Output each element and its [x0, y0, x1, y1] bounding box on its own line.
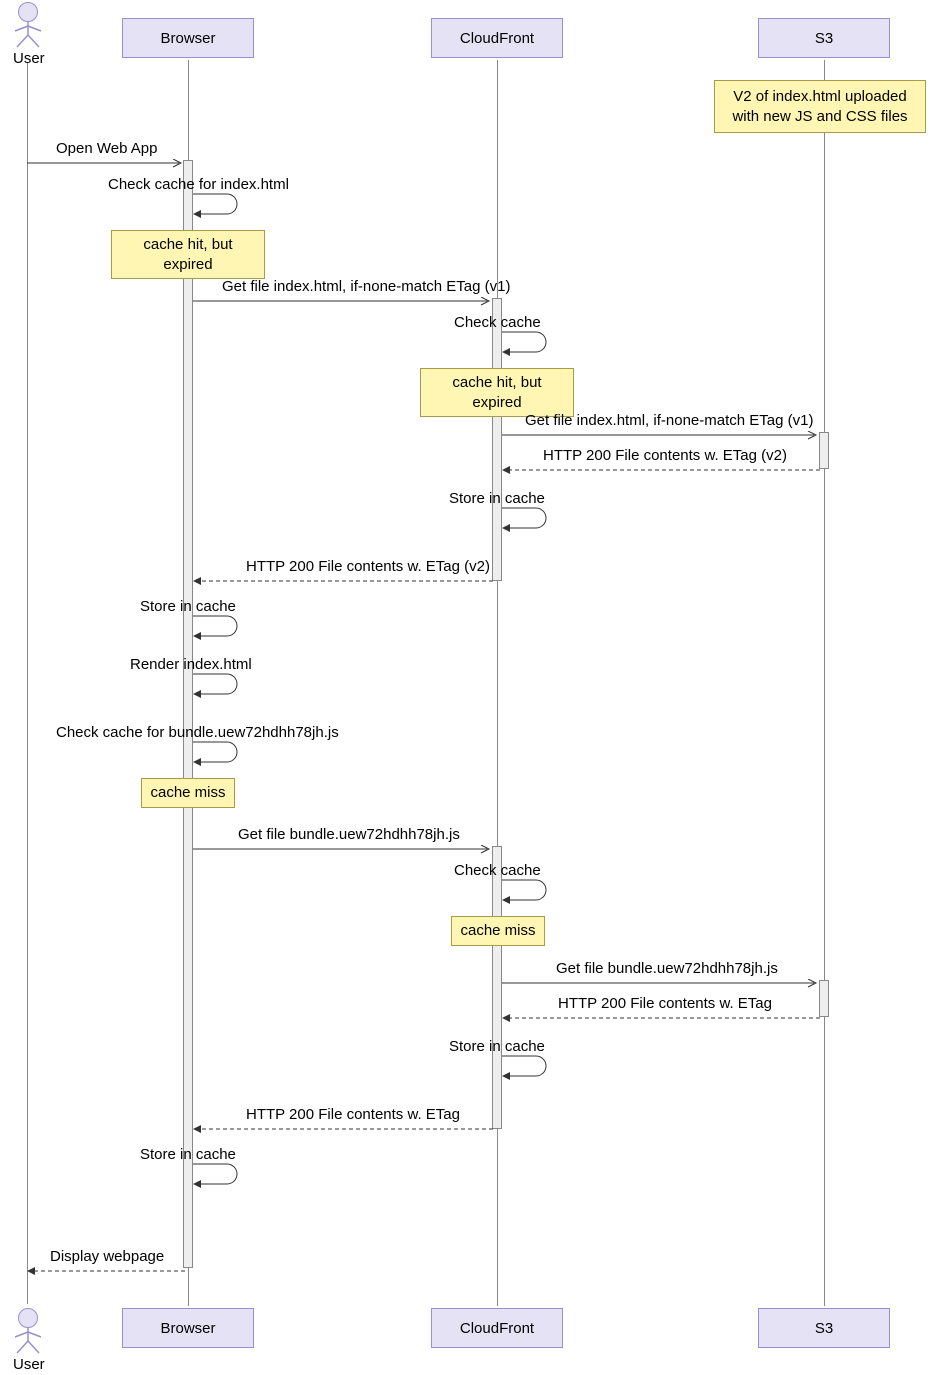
actor-user-label-bottom: User	[13, 1356, 45, 1373]
arrow-m19	[25, 1266, 187, 1283]
msg-200-s3-cf-2: HTTP 200 File contents w. ETag	[558, 995, 772, 1012]
participant-s3-bottom: S3	[758, 1308, 890, 1348]
msg-store-cache-browser-2: Store in cache	[140, 1146, 236, 1163]
msg-get-bundle-s3: Get file bundle.uew72hdhh78jh.js	[556, 960, 778, 977]
arrow-m12	[193, 844, 495, 861]
msg-check-cache-cf: Check cache	[454, 314, 541, 331]
arrow-m5	[502, 430, 822, 447]
selfloop-m4	[502, 330, 550, 360]
actor-user-head-icon	[18, 2, 38, 22]
participant-browser-label: Browser	[160, 30, 215, 47]
participant-browser-label-b: Browser	[160, 1320, 215, 1337]
msg-200-cf-browser: HTTP 200 File contents w. ETag (v2)	[246, 558, 490, 575]
activation-cloudfront-2	[492, 846, 502, 1129]
msg-get-index-s3: Get file index.html, if-none-match ETag …	[525, 412, 813, 429]
activation-browser	[183, 160, 193, 1268]
participant-s3-top: S3	[758, 18, 890, 58]
msg-display-page: Display webpage	[50, 1248, 164, 1265]
participant-browser-top: Browser	[122, 18, 254, 58]
lifeline-s3	[824, 60, 825, 1306]
activation-cloudfront-1	[492, 298, 502, 581]
arrow-m17	[191, 1124, 495, 1141]
msg-store-cache-cf-2: Store in cache	[449, 1038, 545, 1055]
msg-check-cache-index: Check cache for index.html	[108, 176, 289, 193]
note-s3-upload: V2 of index.html uploaded with new JS an…	[714, 80, 926, 133]
note-cache-miss-browser: cache miss	[141, 778, 235, 808]
note-cache-miss-cf: cache miss	[451, 916, 545, 946]
participant-cloudfront-label-b: CloudFront	[460, 1320, 534, 1337]
actor-user-head-icon-bottom	[18, 1308, 38, 1328]
selfloop-m9	[193, 614, 241, 644]
participant-cloudfront-top: CloudFront	[431, 18, 563, 58]
msg-render-index: Render index.html	[130, 656, 252, 673]
arrow-m3	[193, 296, 495, 313]
participant-s3-label-b: S3	[815, 1320, 833, 1337]
arrow-m6	[500, 465, 822, 482]
arrow-m15	[500, 1013, 822, 1030]
msg-open-app: Open Web App	[56, 140, 157, 157]
actor-user-body-icon-bottom	[13, 1327, 43, 1355]
msg-check-cache-bundle: Check cache for bundle.uew72hdhh78jh.js	[56, 724, 339, 741]
arrow-open-app	[27, 158, 187, 175]
selfloop-m13	[502, 878, 550, 908]
sequence-diagram: User User Browser CloudFront S3 Browser …	[0, 0, 941, 1375]
arrow-m14	[502, 978, 822, 995]
selfloop-m10	[193, 672, 241, 702]
msg-200-s3-cf: HTTP 200 File contents w. ETag (v2)	[543, 447, 787, 464]
participant-cloudfront-bottom: CloudFront	[431, 1308, 563, 1348]
msg-check-cache-cf-2: Check cache	[454, 862, 541, 879]
actor-user-body-icon	[13, 21, 43, 49]
note-cache-hit-browser: cache hit, but expired	[111, 230, 265, 279]
msg-store-cache-cf: Store in cache	[449, 490, 545, 507]
msg-get-index-cf: Get file index.html, if-none-match ETag …	[222, 278, 510, 295]
selfloop-m16	[502, 1054, 550, 1084]
selfloop-m18	[193, 1162, 241, 1192]
actor-user-label-top: User	[13, 50, 45, 67]
lifeline-user	[27, 62, 28, 1304]
selfloop-m7	[502, 506, 550, 536]
participant-cloudfront-label: CloudFront	[460, 30, 534, 47]
selfloop-m11	[193, 740, 241, 770]
msg-200-cf-browser-2: HTTP 200 File contents w. ETag	[246, 1106, 460, 1123]
participant-s3-label: S3	[815, 30, 833, 47]
participant-browser-bottom: Browser	[122, 1308, 254, 1348]
msg-store-cache-browser: Store in cache	[140, 598, 236, 615]
msg-get-bundle-cf: Get file bundle.uew72hdhh78jh.js	[238, 826, 460, 843]
selfloop-m2	[193, 192, 241, 222]
arrow-m8	[191, 576, 495, 593]
note-cache-hit-cf: cache hit, but expired	[420, 368, 574, 417]
